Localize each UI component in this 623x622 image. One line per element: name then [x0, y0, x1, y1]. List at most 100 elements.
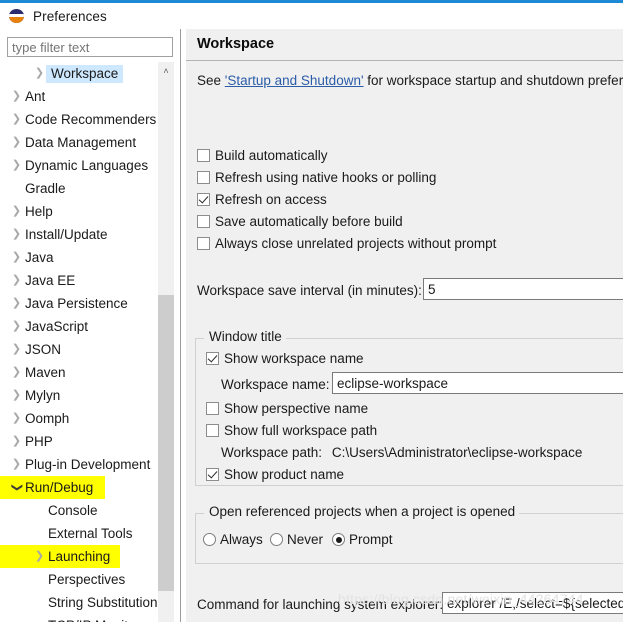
chevron-right-icon[interactable]: ❯	[10, 229, 23, 240]
checkbox-box[interactable]	[197, 215, 210, 228]
tree-item-launching[interactable]: ❯ Launching	[0, 545, 175, 568]
tree-item-workspace[interactable]: ❯ Workspace	[0, 62, 175, 85]
checkbox-label: Refresh on access	[215, 192, 327, 207]
chevron-down-icon[interactable]: ❯	[11, 481, 23, 494]
checkbox-save-before-build[interactable]: Save automatically before build	[197, 214, 403, 229]
tree-item-plug-in-development[interactable]: ❯ Plug-in Development	[0, 453, 175, 476]
workspace-path-row: Workspace path: C:\Users\Administrator\e…	[221, 445, 582, 460]
chevron-right-icon[interactable]: ❯	[10, 275, 23, 286]
tree-item-label: Java	[25, 250, 54, 265]
header-divider	[186, 60, 623, 61]
tree-item-ant[interactable]: ❯ Ant	[0, 85, 175, 108]
eclipse-icon	[9, 8, 25, 24]
checkbox-refresh-on-access[interactable]: Refresh on access	[197, 192, 327, 207]
chevron-right-icon[interactable]: ❯	[10, 459, 23, 470]
chevron-right-icon[interactable]: ❯	[33, 551, 46, 562]
tree-item-external-tools[interactable]: External Tools	[0, 522, 175, 545]
page-title: Workspace	[197, 36, 275, 52]
tree-item-gradle[interactable]: Gradle	[0, 177, 175, 200]
tree-item-maven[interactable]: ❯ Maven	[0, 361, 175, 384]
radio-never[interactable]: Never	[270, 532, 323, 547]
chevron-right-icon[interactable]: ❯	[10, 436, 23, 447]
tree-item-perspectives[interactable]: Perspectives	[0, 568, 175, 591]
radio-label: Never	[287, 532, 324, 547]
chevron-right-icon[interactable]: ❯	[10, 252, 23, 263]
radio-circle[interactable]	[203, 533, 216, 546]
filter-input[interactable]	[7, 37, 173, 57]
tree-item-label: Workspace	[46, 64, 124, 83]
tree-item-string-substitution[interactable]: String Substitution	[0, 591, 175, 614]
tree-item-oomph[interactable]: ❯ Oomph	[0, 407, 175, 430]
tree-item-console[interactable]: Console	[0, 499, 175, 522]
chevron-right-icon[interactable]: ❯	[10, 344, 23, 355]
tree-item-label: Ant	[25, 89, 46, 104]
chevron-right-icon[interactable]: ❯	[10, 114, 23, 125]
checkbox-box[interactable]	[197, 171, 210, 184]
tree-item-dynamic-languages[interactable]: ❯ Dynamic Languages	[0, 154, 175, 177]
tree-item-java-ee[interactable]: ❯ Java EE	[0, 269, 175, 292]
workspace-name-input[interactable]	[332, 372, 623, 394]
chevron-right-icon[interactable]: ❯	[10, 390, 23, 401]
checkbox-box[interactable]	[206, 402, 219, 415]
checkbox-box[interactable]	[197, 193, 210, 206]
tree-item-label: Data Management	[25, 135, 137, 150]
chevron-right-icon[interactable]: ❯	[10, 367, 23, 378]
tree-scrollbar[interactable]: ˄	[158, 62, 174, 622]
chevron-right-icon[interactable]: ❯	[10, 298, 23, 309]
tree-item-label: Maven	[25, 365, 66, 380]
radio-circle[interactable]	[270, 533, 283, 546]
preference-tree[interactable]: ❯ Workspace ❯ Ant ❯ Code Recommenders ❯ Data Ma…	[0, 62, 175, 622]
preferences-dialog: Preferences ❯Workspace❯Ant❯Code Recommen…	[0, 0, 623, 622]
tree-item-php[interactable]: ❯ PHP	[0, 430, 175, 453]
tree-item-code-recommenders[interactable]: ❯ Code Recommenders	[0, 108, 175, 131]
tree-item-help[interactable]: ❯ Help	[0, 200, 175, 223]
checkbox-show-full-workspace-path[interactable]: Show full workspace path	[206, 423, 377, 438]
startup-shutdown-link[interactable]: 'Startup and Shutdown'	[225, 73, 364, 88]
window-title: Preferences	[33, 8, 107, 24]
checkbox-build-automatically[interactable]: Build automatically	[197, 148, 328, 163]
checkbox-show-perspective-name[interactable]: Show perspective name	[206, 401, 368, 416]
checkbox-refresh-native-hooks[interactable]: Refresh using native hooks or polling	[197, 170, 436, 185]
tree-item-data-management[interactable]: ❯ Data Management	[0, 131, 175, 154]
radio-label: Always	[220, 532, 263, 547]
checkbox-show-workspace-name[interactable]: Show workspace name	[206, 351, 364, 366]
radio-always[interactable]: Always	[203, 532, 263, 547]
checkbox-show-product-name[interactable]: Show product name	[206, 467, 344, 482]
tree-item-label: JavaScript	[25, 319, 89, 334]
checkbox-box[interactable]	[206, 424, 219, 437]
checkbox-box[interactable]	[206, 468, 219, 481]
chevron-right-icon[interactable]: ❯	[10, 206, 23, 217]
tree-item-tcp-ip-monitor[interactable]: TCP/IP Monitor	[0, 614, 175, 622]
checkbox-close-unrelated-projects[interactable]: Always close unrelated projects without …	[197, 236, 496, 251]
chevron-right-icon[interactable]: ❯	[33, 68, 46, 79]
checkbox-box[interactable]	[197, 149, 210, 162]
checkbox-label: Build automatically	[215, 148, 328, 163]
tree-item-label: Code Recommenders	[25, 112, 157, 127]
chevron-right-icon[interactable]: ❯	[10, 321, 23, 332]
chevron-right-icon[interactable]: ❯	[10, 91, 23, 102]
tree-item-run-debug[interactable]: ❯ Run/Debug	[0, 476, 175, 499]
tree-item-mylyn[interactable]: ❯ Mylyn	[0, 384, 175, 407]
radio-prompt[interactable]: Prompt	[332, 532, 393, 547]
tree-item-javascript[interactable]: ❯ JavaScript	[0, 315, 175, 338]
tree-item-json[interactable]: ❯ JSON	[0, 338, 175, 361]
radio-circle[interactable]	[332, 533, 345, 546]
tree-item-install-update[interactable]: ❯ Install/Update	[0, 223, 175, 246]
scrollbar-thumb[interactable]	[158, 295, 174, 591]
description-prefix: See	[197, 73, 225, 88]
checkbox-box[interactable]	[197, 237, 210, 250]
chevron-right-icon[interactable]: ❯	[10, 160, 23, 171]
tree-item-label: Run/Debug	[25, 480, 94, 495]
scroll-up-icon[interactable]: ˄	[158, 62, 174, 79]
checkbox-box[interactable]	[206, 352, 219, 365]
checkbox-label: Show product name	[224, 467, 345, 482]
tree-item-java-persistence[interactable]: ❯ Java Persistence	[0, 292, 175, 315]
tree-item-java[interactable]: ❯ Java	[0, 246, 175, 269]
open-referenced-group-legend: Open referenced projects when a project …	[205, 504, 520, 519]
chevron-right-icon[interactable]: ❯	[10, 413, 23, 424]
save-interval-input[interactable]	[423, 278, 623, 300]
tree-item-label: Java EE	[25, 273, 76, 288]
workspace-path-label: Workspace path:	[221, 445, 323, 460]
chevron-right-icon[interactable]: ❯	[10, 137, 23, 148]
tree-item-label: Perspectives	[48, 572, 126, 587]
